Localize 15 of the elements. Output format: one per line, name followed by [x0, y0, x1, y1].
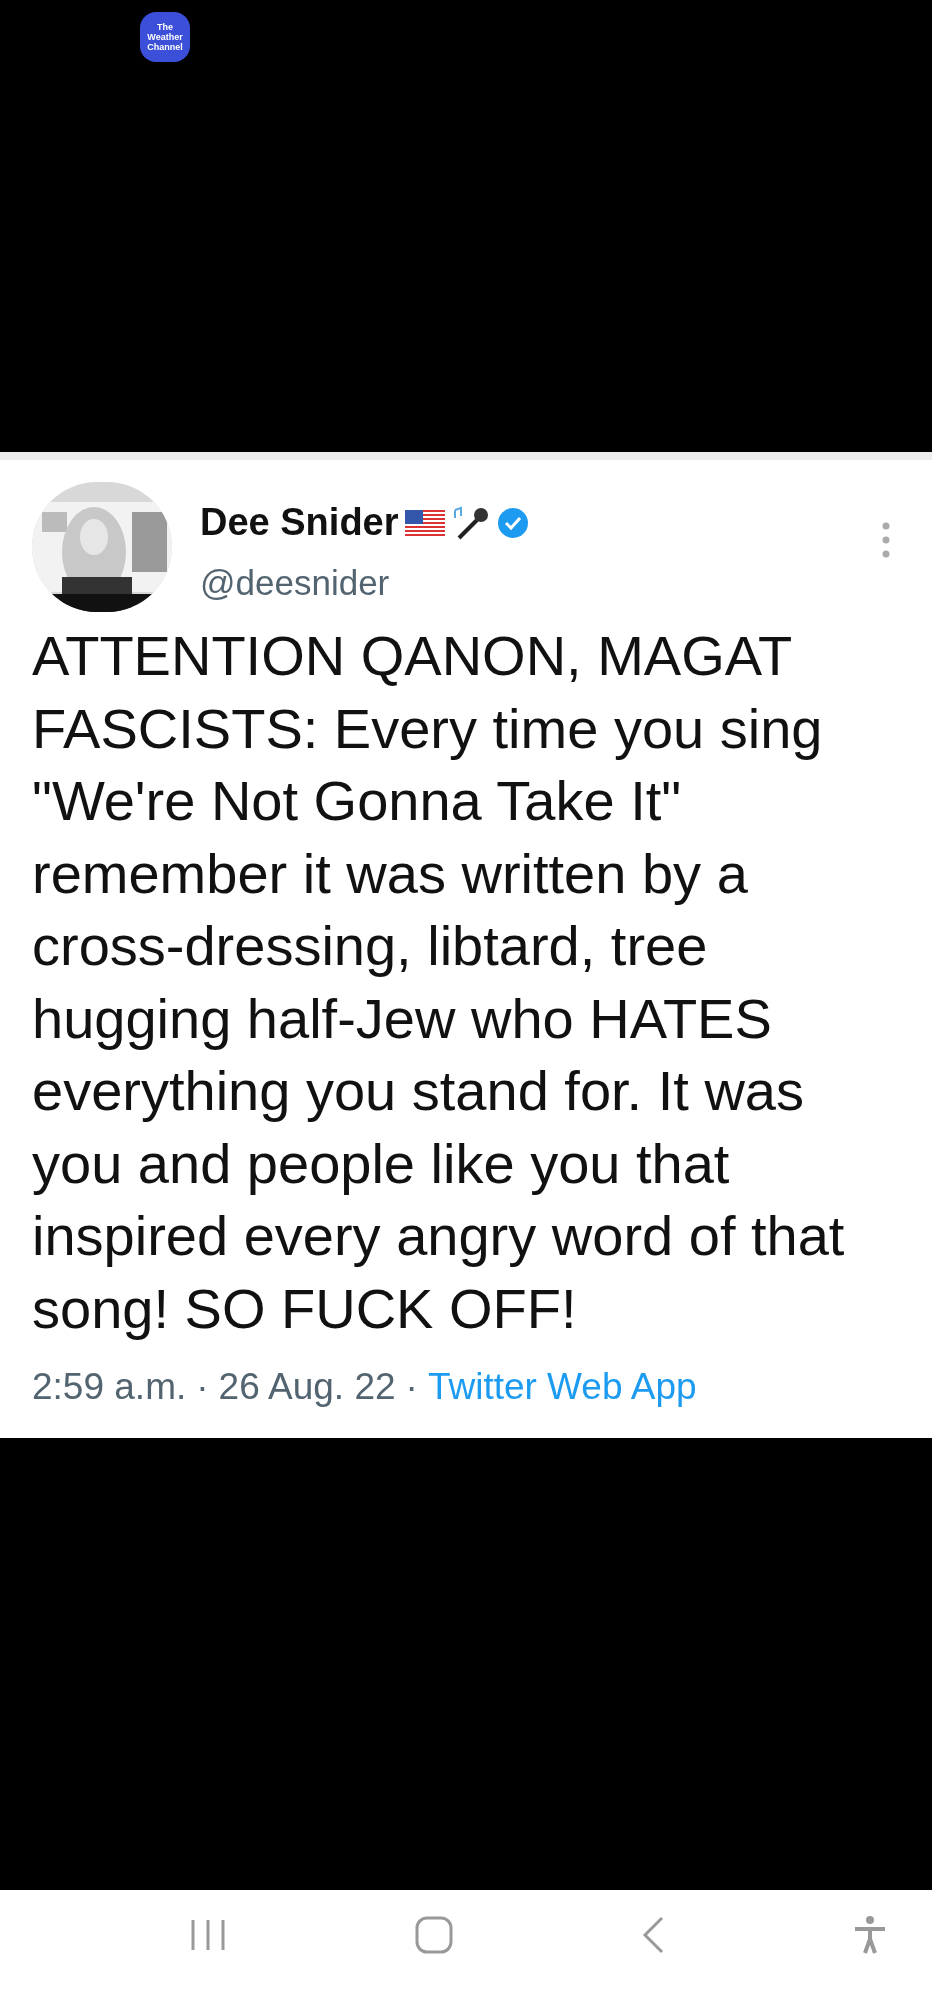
app-logo[interactable]: The Weather Channel — [140, 12, 190, 62]
recent-apps-icon[interactable] — [190, 1917, 226, 1953]
accessibility-icon[interactable] — [853, 1915, 887, 1955]
display-name: Dee Snider — [200, 500, 399, 545]
tweet-time: 2:59 a.m. — [32, 1365, 187, 1409]
home-icon[interactable] — [415, 1916, 453, 1954]
flag-icon — [404, 509, 445, 536]
verified-badge-icon — [496, 506, 529, 539]
more-options-icon[interactable] — [882, 522, 890, 558]
separator-dot: · — [405, 1365, 418, 1409]
separator-dot: · — [196, 1365, 209, 1409]
back-icon[interactable] — [642, 1916, 664, 1954]
username: @deesnider — [200, 562, 391, 604]
tweet-text: ATTENTION QANON, MAGAT FASCISTS: Every time you sing "We're Not Gonna Take It" remember it was written by a cross-dressing, libtard, tree hugging half-Jew who HATES everything you stand for. It was you and people like you that inspired every angry word of that song! SO FUCK OFF! — [32, 623, 846, 1342]
tweet-date: 26 Aug. 22 — [218, 1365, 396, 1409]
